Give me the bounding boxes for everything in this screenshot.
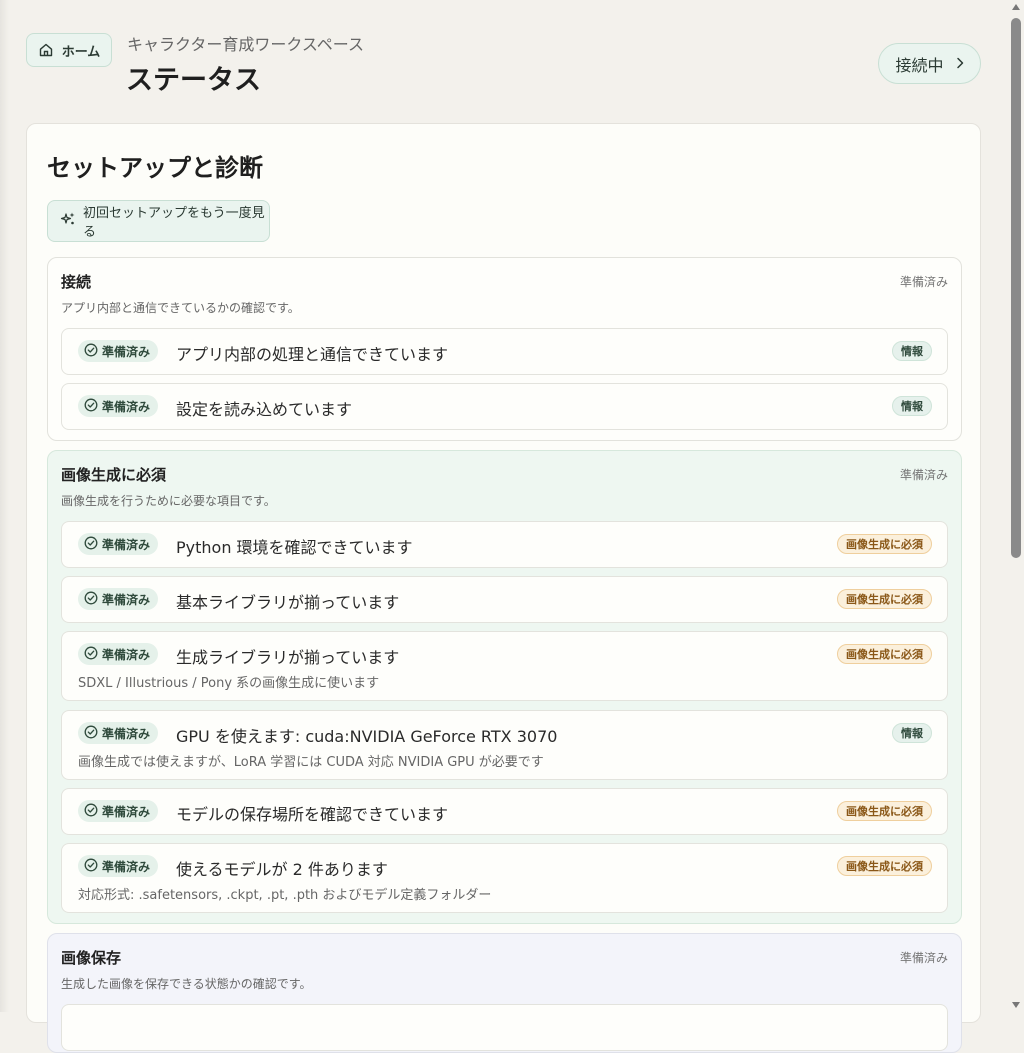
- ready-badge-label: 準備済み: [102, 537, 151, 552]
- check-item: 準備済み 使えるモデルが 2 件あります 対応形式: .safetensors,…: [61, 843, 948, 913]
- required-tag: 画像生成に必須: [837, 801, 932, 821]
- ready-badge-label: 準備済み: [102, 592, 151, 607]
- ready-badge: 準備済み: [78, 395, 159, 417]
- required-tag: 画像生成に必須: [837, 534, 932, 554]
- check-circle-icon: [84, 398, 98, 415]
- ready-badge-label: 準備済み: [102, 399, 151, 414]
- check-circle-icon: [84, 646, 98, 663]
- check-item-text: アプリ内部の処理と通信できています: [176, 345, 449, 364]
- connection-status-button[interactable]: 接続中: [878, 43, 981, 84]
- check-item-detail: 対応形式: .safetensors, .ckpt, .pt, .pth および…: [78, 888, 492, 903]
- rerun-setup-button[interactable]: 初回セットアップをもう一度見る: [47, 200, 270, 242]
- section-status: 準備済み: [899, 275, 948, 289]
- info-tag: 情報: [892, 723, 932, 743]
- section-status: 準備済み: [899, 468, 948, 482]
- check-item: 準備済み 基本ライブラリが揃っています 画像生成に必須: [61, 576, 948, 623]
- required-tag: 画像生成に必須: [837, 856, 932, 876]
- check-item: 準備済み アプリ内部の処理と通信できています 情報: [61, 328, 948, 375]
- check-item: [61, 1004, 948, 1051]
- section-description: アプリ内部と通信できているかの確認です。: [61, 301, 300, 315]
- ready-badge: 準備済み: [78, 340, 159, 362]
- section-image-save: 画像保存 準備済み 生成した画像を保存できる状態かの確認です。: [47, 933, 962, 1053]
- page-title: ステータス: [126, 65, 261, 96]
- ready-badge-label: 準備済み: [102, 804, 151, 819]
- ready-badge: 準備済み: [78, 588, 159, 610]
- section-title: 画像生成に必須: [61, 466, 167, 484]
- section-title: 接続: [61, 273, 92, 291]
- vertical-scrollbar[interactable]: [1008, 0, 1024, 1012]
- scrollbar-thumb[interactable]: [1011, 18, 1021, 558]
- check-item: 準備済み Python 環境を確認できています 画像生成に必須: [61, 521, 948, 568]
- section-title: 画像保存: [61, 949, 122, 967]
- check-item: 準備済み モデルの保存場所を確認できています 画像生成に必須: [61, 788, 948, 835]
- check-circle-icon: [84, 591, 98, 608]
- scroll-up-arrow[interactable]: [1012, 4, 1020, 10]
- check-item-text: 基本ライブラリが揃っています: [176, 593, 400, 612]
- check-circle-icon: [84, 803, 98, 820]
- check-item-text: 使えるモデルが 2 件あります: [176, 860, 388, 879]
- required-tag: 画像生成に必須: [837, 589, 932, 609]
- window-left-shadow: [0, 0, 9, 1012]
- check-item-text: 生成ライブラリが揃っています: [176, 648, 400, 667]
- section-connection: 接続 準備済み アプリ内部と通信できているかの確認です。 準備済み アプリ内部の…: [47, 257, 962, 441]
- required-tag: 画像生成に必須: [837, 644, 932, 664]
- info-tag: 情報: [892, 396, 932, 416]
- section-image-generation: 画像生成に必須 準備済み 画像生成を行うために必要な項目です。 準備済み Pyt…: [47, 450, 962, 924]
- info-tag: 情報: [892, 341, 932, 361]
- section-description: 画像生成を行うために必要な項目です。: [61, 494, 276, 508]
- scroll-down-arrow[interactable]: [1012, 1002, 1020, 1008]
- chevron-right-icon: [956, 54, 964, 73]
- check-item: 準備済み 生成ライブラリが揃っています SDXL / Illustrious /…: [61, 631, 948, 701]
- sparkles-icon: [60, 211, 76, 231]
- check-circle-icon: [84, 858, 98, 875]
- check-circle-icon: [84, 343, 98, 360]
- check-item-text: GPU を使えます: cuda:NVIDIA GeForce RTX 3070: [176, 727, 558, 746]
- ready-badge: 準備済み: [78, 855, 159, 877]
- section-description: 生成した画像を保存できる状態かの確認です。: [61, 977, 312, 991]
- home-icon: [38, 42, 54, 58]
- check-circle-icon: [84, 725, 98, 742]
- check-item-text: 設定を読み込めています: [176, 400, 353, 419]
- ready-badge-label: 準備済み: [102, 344, 151, 359]
- check-item: 準備済み GPU を使えます: cuda:NVIDIA GeForce RTX …: [61, 710, 948, 780]
- section-status: 準備済み: [899, 951, 948, 965]
- ready-badge-label: 準備済み: [102, 726, 151, 741]
- workspace-name: キャラクター育成ワークスペース: [127, 35, 364, 54]
- ready-badge-label: 準備済み: [102, 859, 151, 874]
- ready-badge: 準備済み: [78, 800, 159, 822]
- home-button[interactable]: ホーム: [26, 33, 112, 67]
- connection-label: 接続中: [895, 55, 944, 75]
- ready-badge: 準備済み: [78, 722, 159, 744]
- card-title: セットアップと診断: [47, 154, 263, 182]
- ready-badge-label: 準備済み: [102, 647, 151, 662]
- rerun-setup-label: 初回セットアップをもう一度見る: [83, 206, 265, 240]
- check-item-detail: SDXL / Illustrious / Pony 系の画像生成に使います: [78, 676, 380, 691]
- check-item: 準備済み 設定を読み込めています 情報: [61, 383, 948, 430]
- home-label: ホーム: [61, 44, 101, 60]
- setup-diagnostics-card: セットアップと診断 初回セットアップをもう一度見る 接続 準備済み アプリ内部と…: [26, 123, 981, 1053]
- check-item-text: Python 環境を確認できています: [176, 538, 413, 557]
- check-item-text: モデルの保存場所を確認できています: [176, 805, 449, 824]
- check-item-detail: 画像生成では使えますが、LoRA 学習には CUDA 対応 NVIDIA GPU…: [78, 755, 544, 770]
- ready-badge: 準備済み: [78, 533, 159, 555]
- check-circle-icon: [84, 536, 98, 553]
- ready-badge: 準備済み: [78, 643, 159, 665]
